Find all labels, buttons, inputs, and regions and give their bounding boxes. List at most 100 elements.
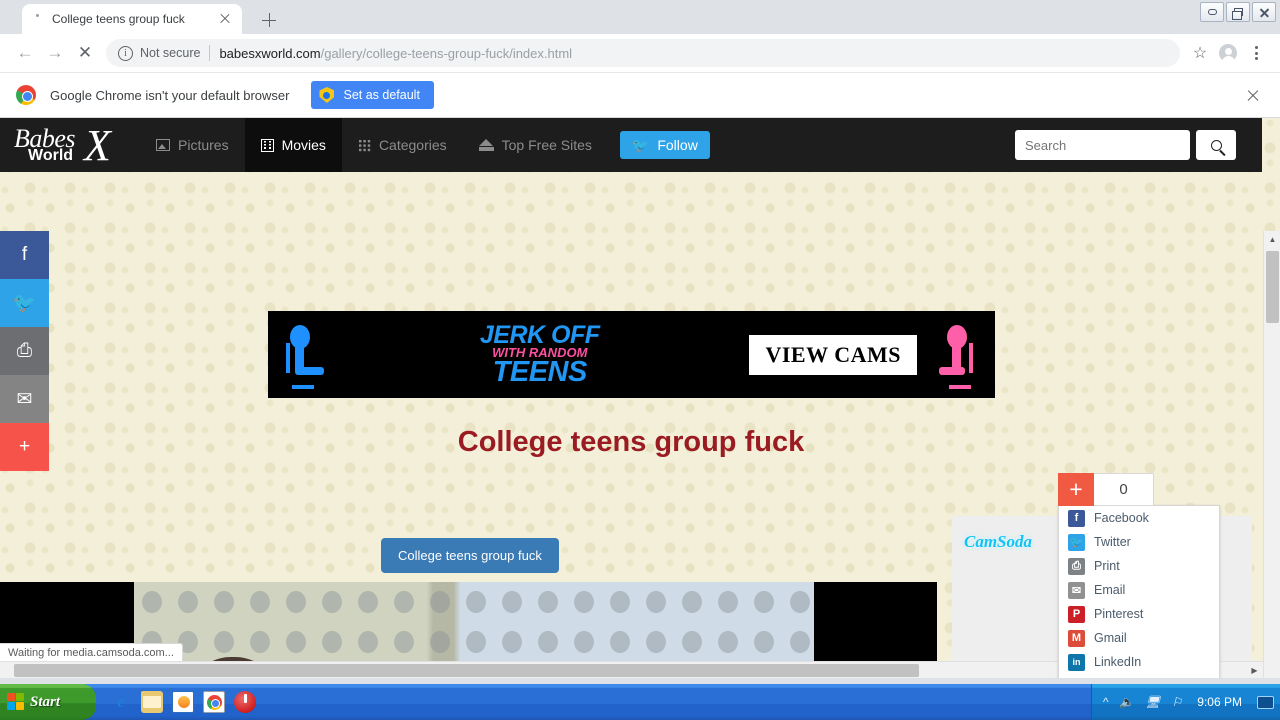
site-logo[interactable]: Babes World X — [0, 118, 140, 172]
minimize-button[interactable] — [1200, 2, 1224, 22]
share-facebook-button[interactable]: f — [0, 231, 49, 279]
google-chrome-icon[interactable] — [203, 691, 225, 713]
windows-flag-icon — [7, 693, 25, 711]
bookmark-star-icon[interactable]: ☆ — [1186, 39, 1214, 67]
view-cams-button[interactable]: VIEW CAMS — [749, 334, 917, 375]
url-path: /gallery/college-teens-group-fuck/index.… — [320, 45, 573, 61]
nav-label-pictures: Pictures — [178, 137, 229, 153]
horizontal-scrollbar-thumb[interactable] — [14, 664, 919, 677]
banner-line-1: JERK OFF — [479, 320, 600, 349]
default-browser-infobar: Google Chrome isn't your default browser… — [0, 73, 1280, 118]
windows-taskbar: Start e ^ 🔈 🖥 ⚐ 9:06 PM — [0, 684, 1280, 720]
status-bar: Waiting for media.camsoda.com... — [0, 643, 183, 661]
film-icon — [260, 138, 274, 152]
address-bar[interactable]: i Not secure babesxworld.com/gallery/col… — [106, 39, 1180, 67]
addthis-header: + 0 — [1058, 473, 1220, 506]
internet-explorer-icon[interactable]: e — [110, 691, 132, 713]
forward-button[interactable]: → — [40, 38, 70, 68]
media-player-icon[interactable] — [172, 691, 194, 713]
avatar-icon — [1219, 44, 1237, 64]
nav-item-top-free-sites[interactable]: Top Free Sites — [463, 118, 608, 172]
addthis-item-email[interactable]: ✉ Email — [1059, 578, 1219, 602]
security-label: Not secure — [140, 46, 201, 60]
scroll-up-arrow-icon[interactable]: ▲ — [1264, 231, 1280, 248]
banner-figure-right — [925, 315, 995, 395]
vertical-scrollbar[interactable]: ▲ ▼ — [1263, 231, 1280, 678]
gmail-icon: M — [1068, 629, 1085, 647]
show-hidden-icons-icon[interactable]: ^ — [1103, 695, 1109, 709]
addthis-item-gmail[interactable]: M Gmail — [1059, 626, 1219, 650]
follow-label: Follow — [657, 137, 698, 153]
new-tab-button[interactable] — [258, 9, 280, 31]
nav-item-movies[interactable]: Movies — [244, 118, 342, 172]
url-separator — [209, 45, 211, 61]
close-button[interactable] — [1252, 2, 1276, 22]
share-twitter-button[interactable]: 🐦 — [0, 279, 49, 327]
logo-world-text: World — [28, 147, 74, 164]
addthis-label-linkedin: LinkedIn — [1094, 655, 1142, 669]
volume-icon[interactable]: 🔈 — [1119, 695, 1134, 709]
tab-title: College teens group fuck — [52, 12, 185, 26]
logo-x-text: X — [84, 121, 111, 170]
share-email-button[interactable]: ✉ — [0, 375, 49, 423]
search-button[interactable] — [1196, 130, 1236, 160]
infobar-close-icon[interactable] — [1242, 84, 1264, 106]
quick-launch-bar: e — [96, 691, 256, 713]
browser-window: College teens group fuck ← → ✕ i Not sec… — [0, 0, 1280, 684]
search-input[interactable] — [1015, 130, 1190, 160]
addthis-item-linkedin[interactable]: in LinkedIn — [1059, 650, 1219, 674]
start-label: Start — [30, 693, 61, 710]
tag-button[interactable]: College teens group fuck — [381, 538, 559, 573]
info-icon[interactable]: i — [118, 45, 133, 61]
system-tray: ^ 🔈 🖥 ⚐ 9:06 PM — [1090, 684, 1280, 720]
nav-item-categories[interactable]: Categories — [342, 118, 463, 172]
plus-icon: + — [18, 436, 31, 457]
tab-favicon — [30, 11, 46, 27]
share-more-button[interactable]: + — [0, 423, 49, 471]
twitter-icon: 🐦 — [1068, 533, 1085, 551]
banner-ad[interactable]: JERK OFF WITH RANDOM TEENS VIEW CAMS — [268, 311, 995, 398]
nav-item-pictures[interactable]: Pictures — [140, 118, 245, 172]
tab-close-icon[interactable] — [216, 10, 234, 28]
url-host: babesxworld.com — [219, 45, 321, 61]
addthis-item-print[interactable]: ⎙ Print — [1059, 554, 1219, 578]
profile-avatar[interactable] — [1214, 39, 1242, 67]
stop-loading-button[interactable]: ✕ — [70, 38, 100, 68]
page-viewport: Babes World X Pictures Movies Categories… — [0, 118, 1280, 678]
restore-button[interactable] — [1226, 2, 1250, 22]
picture-icon — [156, 139, 170, 151]
set-as-default-label: Set as default — [343, 88, 420, 102]
shield-icon — [319, 87, 335, 103]
facebook-icon: f — [1068, 509, 1085, 527]
nav-label-top-free-sites: Top Free Sites — [501, 137, 592, 153]
banner-figure-left — [268, 315, 338, 395]
clock[interactable]: 9:06 PM — [1193, 695, 1246, 709]
network-warning-icon[interactable]: 🖥 — [1145, 695, 1160, 709]
back-button[interactable]: ← — [10, 38, 40, 68]
minimize-icon — [1207, 9, 1217, 15]
share-print-button[interactable]: ⎙ — [0, 327, 49, 375]
vertical-scrollbar-thumb[interactable] — [1266, 251, 1279, 323]
file-explorer-icon[interactable] — [141, 691, 163, 713]
show-desktop-icon[interactable] — [1257, 695, 1274, 709]
addthis-item-facebook[interactable]: f Facebook — [1059, 506, 1219, 530]
site-header: Babes World X Pictures Movies Categories… — [0, 118, 1262, 172]
banner-headline: JERK OFF WITH RANDOM TEENS — [338, 320, 741, 386]
plus-icon: + — [1068, 677, 1085, 678]
browser-tab[interactable]: College teens group fuck — [22, 4, 242, 34]
follow-button[interactable]: 🐦 Follow — [619, 131, 710, 159]
addthis-plus-button[interactable]: + — [1058, 473, 1094, 506]
chrome-menu-button[interactable] — [1242, 39, 1270, 67]
addthis-label-pinterest: Pinterest — [1094, 607, 1144, 621]
scroll-right-arrow-icon[interactable]: ▶ — [1246, 662, 1263, 678]
recorder-icon[interactable] — [234, 691, 256, 713]
set-as-default-button[interactable]: Set as default — [311, 81, 434, 109]
start-button[interactable]: Start — [0, 684, 96, 720]
nav-label-movies: Movies — [281, 137, 326, 153]
addthis-item-twitter[interactable]: 🐦 Twitter — [1059, 530, 1219, 554]
flag-icon[interactable]: ⚐ — [1172, 695, 1183, 709]
camsoda-logo: CamSoda — [964, 532, 1033, 551]
addthis-item-pinterest[interactable]: P Pinterest — [1059, 602, 1219, 626]
addthis-label-gmail: Gmail — [1094, 631, 1127, 645]
addthis-item-more[interactable]: + More... (181) — [1059, 674, 1219, 678]
